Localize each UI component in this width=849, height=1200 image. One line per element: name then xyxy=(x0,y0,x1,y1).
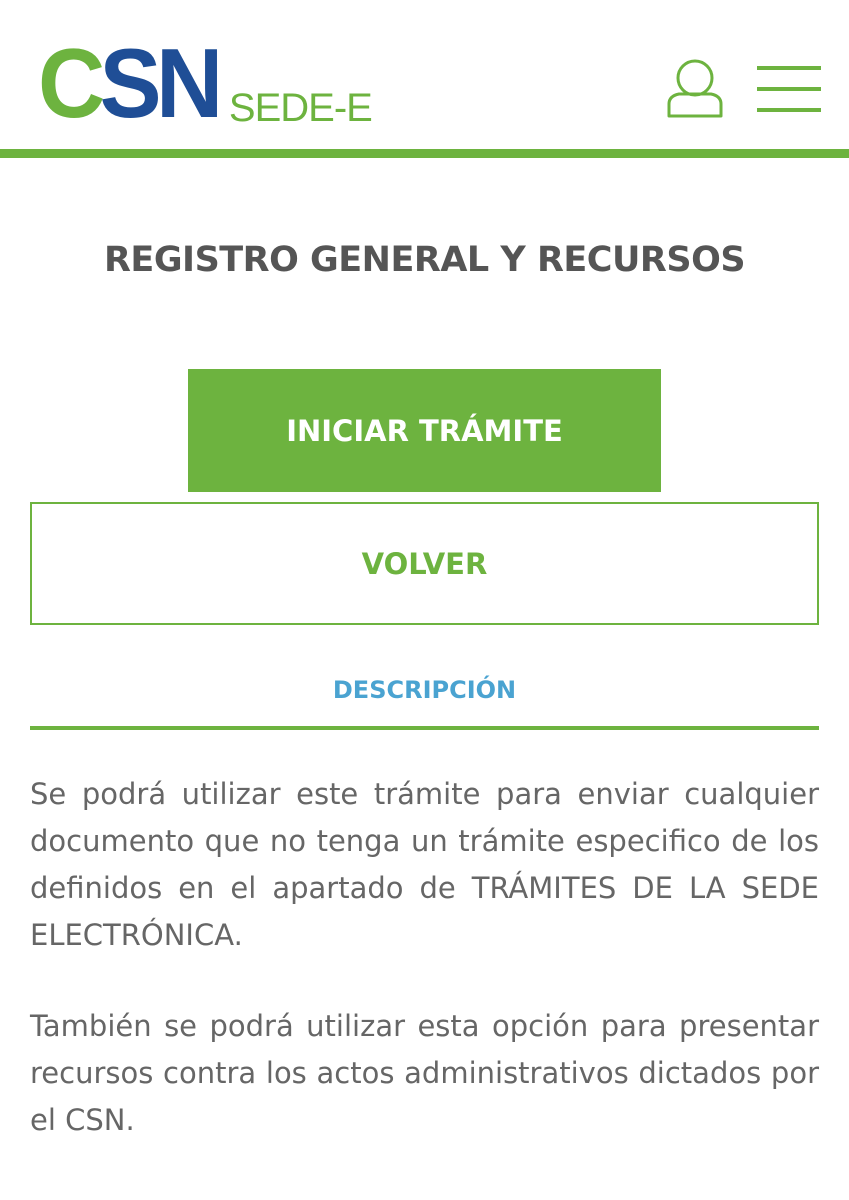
site-header: CSN SEDE-E xyxy=(0,0,849,150)
tab-underline xyxy=(30,726,819,730)
hamburger-menu-icon[interactable] xyxy=(757,66,821,112)
menu-bar-top xyxy=(757,66,821,70)
logo-letter-c: C xyxy=(38,28,105,138)
back-button[interactable]: VOLVER xyxy=(30,502,819,625)
logo-letters-sn: SN xyxy=(99,28,224,138)
logo-sede-e-text: SEDE-E xyxy=(228,86,373,130)
menu-bar-middle xyxy=(757,87,821,91)
csn-sede-e-logo[interactable]: CSN SEDE-E xyxy=(38,28,373,132)
menu-bar-bottom xyxy=(757,108,821,112)
description-paragraph-1: Se podrá utilizar este trámite para envi… xyxy=(30,777,819,952)
description-paragraph-2: También se podrá utilizar esta opción pa… xyxy=(30,1009,819,1137)
user-icon[interactable] xyxy=(666,56,724,118)
header-divider xyxy=(0,149,849,158)
logo-csn-wordmark: CSN xyxy=(38,34,223,132)
page-title: REGISTRO GENERAL Y RECURSOS xyxy=(103,240,746,280)
tab-description[interactable]: DESCRIPCIÓN xyxy=(30,676,819,704)
start-procedure-button[interactable]: INICIAR TRÁMITE xyxy=(188,369,661,492)
